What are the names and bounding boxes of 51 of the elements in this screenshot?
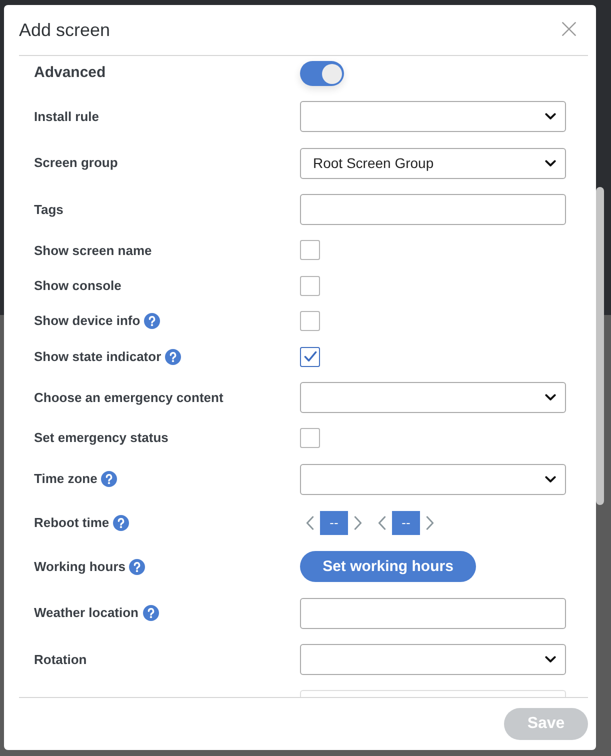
help-icon[interactable] — [165, 348, 182, 365]
field-label: Weather location — [34, 604, 139, 622]
dialog-title: Add screen — [19, 18, 110, 42]
field-label: Show device info — [34, 312, 140, 330]
select-field[interactable] — [300, 464, 566, 495]
checkbox[interactable] — [300, 346, 320, 367]
field-label: Time zone — [34, 470, 98, 488]
field-label: Install rule — [34, 108, 100, 126]
select-field[interactable] — [300, 101, 566, 132]
select-field[interactable]: Root Screen Group — [300, 148, 566, 179]
close-icon[interactable] — [562, 22, 576, 36]
select-field[interactable] — [300, 382, 566, 413]
field-label: Show console — [34, 277, 122, 296]
toggle-switch[interactable] — [300, 61, 344, 86]
scrollbar-thumb[interactable] — [596, 187, 604, 505]
field-label: Reboot time — [34, 514, 110, 532]
help-icon[interactable] — [144, 313, 160, 330]
checkbox[interactable] — [300, 276, 320, 296]
field-label: Set emergency status — [34, 429, 168, 448]
checkbox[interactable] — [300, 311, 320, 332]
check-icon — [304, 351, 316, 362]
chevron-down-icon — [545, 394, 556, 401]
field-label: Choose an emergency content — [34, 388, 224, 407]
field-label: Advanced — [34, 63, 106, 84]
chevron-down-icon — [545, 476, 556, 483]
checkbox[interactable] — [300, 240, 320, 260]
toggle-knob — [322, 64, 342, 84]
time-value[interactable]: -- — [392, 510, 420, 535]
checkbox[interactable] — [300, 428, 320, 448]
set-working-hours-button[interactable]: Set working hours — [300, 551, 476, 582]
field-label: Screen group — [34, 154, 118, 172]
help-icon[interactable] — [113, 514, 130, 531]
chevron-left-icon[interactable] — [378, 516, 386, 530]
time-value[interactable]: -- — [320, 510, 348, 535]
help-icon[interactable] — [142, 605, 159, 622]
field-label: Rotation — [34, 650, 87, 669]
input-field[interactable] — [300, 598, 566, 629]
help-icon[interactable] — [129, 558, 146, 575]
field-label: Tags — [34, 200, 64, 219]
help-icon[interactable] — [101, 471, 118, 488]
field-label: Show screen name — [34, 242, 152, 260]
chevron-down-icon — [545, 160, 556, 167]
chevron-down-icon — [545, 656, 556, 664]
chevron-down-icon — [545, 113, 556, 120]
chevron-right-icon[interactable] — [426, 516, 434, 530]
input-field[interactable] — [300, 194, 566, 226]
field-label: Working hours — [34, 558, 126, 576]
field-label: Show state indicator — [34, 348, 162, 366]
select-field[interactable] — [300, 644, 566, 676]
chevron-right-icon[interactable] — [354, 516, 362, 530]
chevron-left-icon[interactable] — [306, 516, 314, 530]
